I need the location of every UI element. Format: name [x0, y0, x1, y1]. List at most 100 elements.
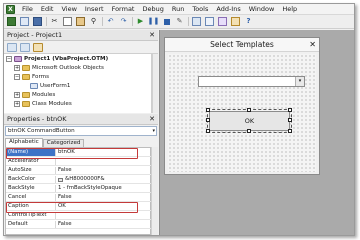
menu-file[interactable]: File [18, 5, 37, 13]
resize-handle[interactable] [288, 108, 292, 112]
color-swatch [58, 177, 63, 182]
toggle-folders-icon[interactable] [33, 42, 43, 52]
menu-debug[interactable]: Debug [138, 5, 167, 13]
folder-icon [22, 74, 30, 80]
tree-item-modules[interactable]: + Modules [14, 91, 55, 99]
menu-insert[interactable]: Insert [81, 5, 108, 13]
excel-app-icon[interactable]: X [6, 4, 15, 14]
property-name: ControlTipText [6, 212, 56, 219]
menu-tools[interactable]: Tools [188, 5, 212, 13]
property-name: Cancel [6, 194, 56, 201]
resize-handle[interactable] [247, 108, 251, 112]
object-browser-icon[interactable] [218, 17, 227, 26]
reset-icon[interactable] [162, 17, 171, 26]
properties-tabs: Alphabetic Categorized [5, 138, 157, 147]
property-row-autosize[interactable]: AutoSize False [6, 167, 151, 175]
project-icon [14, 56, 22, 62]
property-name: AutoSize [6, 167, 56, 174]
save-icon[interactable] [33, 17, 42, 26]
resize-handle[interactable] [288, 118, 292, 122]
excel-icon[interactable] [7, 17, 16, 26]
resize-handle[interactable] [288, 129, 292, 133]
close-icon[interactable]: ✕ [149, 31, 155, 39]
collapse-icon[interactable]: − [14, 74, 20, 80]
run-icon[interactable]: ▶ [136, 17, 145, 26]
expand-icon[interactable]: + [14, 101, 20, 107]
expand-icon[interactable]: + [14, 65, 20, 71]
object-selector-dropdown[interactable]: btnOK CommandButton ▾ [5, 126, 157, 136]
close-icon[interactable]: ✕ [149, 115, 155, 123]
project-tree-scrollbar[interactable] [152, 54, 158, 113]
tree-item-project1[interactable]: − Project1 (VbaProject.OTM) [6, 55, 108, 63]
expand-icon[interactable]: + [14, 92, 20, 98]
design-mode-icon[interactable]: ✎ [175, 17, 184, 26]
property-value-container[interactable]: &H8000000F& [56, 176, 105, 183]
copy-icon[interactable] [63, 17, 72, 26]
close-icon[interactable]: ✕ [309, 38, 316, 52]
undo-icon[interactable]: ↶ [106, 17, 115, 26]
menu-bar: X File Edit View Insert Format Debug Run… [4, 4, 354, 15]
userform-title: Select Templates [210, 40, 274, 49]
properties-icon[interactable] [205, 17, 214, 26]
property-value: &H8000000F& [65, 176, 105, 182]
properties-scrollbar[interactable] [151, 147, 158, 235]
ok-button[interactable]: OK [207, 109, 292, 133]
chevron-down-icon[interactable]: ▾ [295, 77, 304, 86]
help-icon[interactable]: ? [244, 17, 253, 26]
menu-run[interactable]: Run [168, 5, 188, 13]
chevron-down-icon[interactable]: ▾ [152, 127, 155, 135]
property-name: BackColor [6, 176, 56, 183]
property-row-accelerator[interactable]: Accelerator [6, 158, 151, 166]
redo-icon[interactable]: ↷ [119, 17, 128, 26]
userform-designer[interactable]: Select Templates ✕ [164, 37, 320, 175]
find-icon[interactable]: ⚲ [89, 17, 98, 26]
cut-icon[interactable]: ✂ [50, 17, 59, 26]
property-row-backcolor[interactable]: BackColor &H8000000F& [6, 176, 151, 184]
menu-view[interactable]: View [57, 5, 80, 13]
toolbar-separator [132, 17, 133, 26]
tab-categorized[interactable]: Categorized [42, 139, 85, 147]
resize-handle[interactable] [206, 118, 210, 122]
property-value[interactable]: False [56, 167, 72, 174]
property-value[interactable]: False [56, 194, 72, 201]
collapse-icon[interactable]: − [6, 56, 12, 62]
property-name: Accelerator [6, 158, 56, 165]
menu-format[interactable]: Format [108, 5, 139, 13]
tree-item-userform1[interactable]: UserForm1 [30, 82, 70, 90]
property-row-controltiptext[interactable]: ControlTipText [6, 212, 151, 220]
menu-add-ins[interactable]: Add-Ins [212, 5, 244, 13]
property-name: BackStyle [6, 185, 56, 192]
tree-item-forms[interactable]: − Forms [14, 73, 49, 81]
resize-handle[interactable] [206, 129, 210, 133]
property-row-default[interactable]: Default False [6, 221, 151, 229]
property-row-cancel[interactable]: Cancel False [6, 194, 151, 202]
property-value[interactable]: False [56, 221, 72, 228]
project-pane-title: Project - Project1 [7, 31, 63, 39]
standard-toolbar: ✂ ⚲ ↶ ↷ ▶ ❚❚ ✎ ? [4, 15, 354, 29]
resize-handle[interactable] [206, 108, 210, 112]
project-pane-title-bar: Project - Project1 ✕ [4, 30, 158, 41]
menu-help[interactable]: Help [278, 5, 301, 13]
break-icon[interactable]: ❚❚ [148, 17, 160, 26]
tree-item-class-modules[interactable]: + Class Modules [14, 100, 72, 108]
project-tree: − Project1 (VbaProject.OTM) + Microsoft … [4, 54, 152, 113]
tree-item-label: Project1 (VbaProject.OTM) [24, 56, 109, 62]
paste-icon[interactable] [76, 17, 85, 26]
templates-combobox[interactable]: ▾ [198, 76, 305, 87]
toolbox-icon[interactable] [231, 17, 240, 26]
property-value[interactable]: 1 - fmBackStyleOpaque [56, 185, 122, 192]
menu-window[interactable]: Window [245, 5, 279, 13]
tab-alphabetic[interactable]: Alphabetic [5, 138, 43, 147]
property-row-backstyle[interactable]: BackStyle 1 - fmBackStyleOpaque [6, 185, 151, 193]
tree-item-label: Microsoft Outlook Objects [32, 65, 104, 71]
view-object-icon[interactable] [20, 42, 30, 52]
insert-userform-icon[interactable] [20, 17, 29, 26]
view-code-icon[interactable] [7, 42, 17, 52]
tree-item-outlook-objects[interactable]: + Microsoft Outlook Objects [14, 64, 104, 72]
name-row-highlight [6, 148, 138, 159]
resize-handle[interactable] [247, 129, 251, 133]
menu-edit[interactable]: Edit [37, 5, 58, 13]
project-explorer-icon[interactable] [192, 17, 201, 26]
form-icon [30, 83, 38, 89]
toolbar-separator [188, 17, 189, 26]
